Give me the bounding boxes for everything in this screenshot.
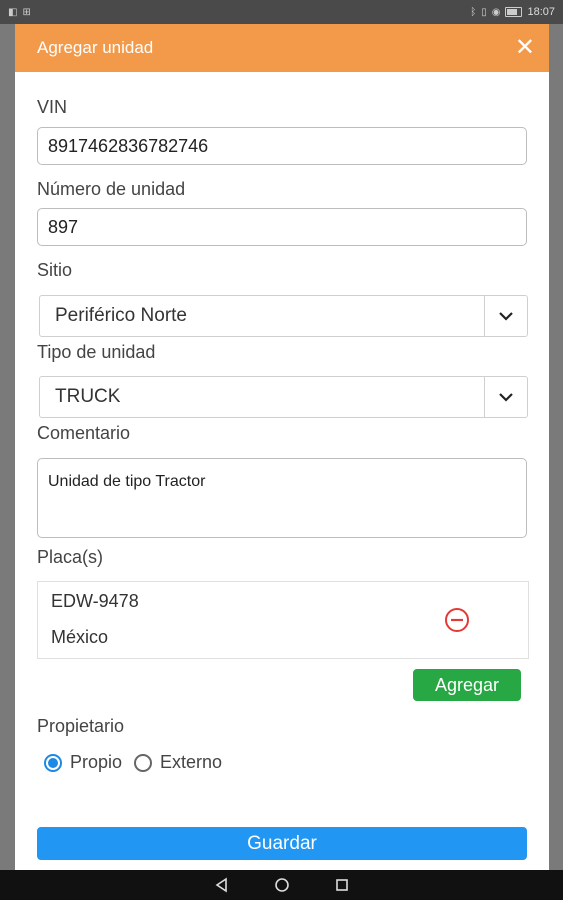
vibrate-icon: ▯ <box>481 6 487 18</box>
unit-number-input[interactable]: 897 <box>37 208 527 246</box>
unit-type-select[interactable]: TRUCK <box>39 376 528 418</box>
home-icon[interactable] <box>274 877 290 893</box>
battery-icon <box>505 7 523 17</box>
add-plate-button[interactable]: Agregar <box>413 669 521 701</box>
site-select[interactable]: Periférico Norte <box>39 295 528 337</box>
navigation-bar <box>0 870 563 900</box>
plate-list-item: EDW-9478 México <box>37 581 529 659</box>
vin-input[interactable]: 8917462836782746 <box>37 127 527 165</box>
bluetooth-icon: ᛒ <box>470 6 477 18</box>
comment-label: Comentario <box>37 423 131 443</box>
owner-radio-group: Propio Externo <box>44 752 222 773</box>
modal-title: Agregar unidad <box>37 38 154 57</box>
unit-number-label: Número de unidad <box>37 179 186 199</box>
plate-country: México <box>51 627 109 647</box>
radio-externo-label[interactable]: Externo <box>160 752 222 773</box>
radio-externo[interactable] <box>134 753 153 772</box>
save-button[interactable]: Guardar <box>37 827 527 860</box>
status-bar-right: ᛒ ▯ ◉ 18:07 <box>470 6 555 18</box>
recents-icon[interactable] <box>334 877 350 893</box>
plates-label: Placa(s) <box>37 547 104 567</box>
status-bar-left: ◧ ⊞ <box>8 7 31 18</box>
plate-number: EDW-9478 <box>51 591 139 611</box>
site-label: Sitio <box>37 260 73 280</box>
comment-textarea[interactable]: Unidad de tipo Tractor <box>37 458 527 538</box>
add-unit-modal: Agregar unidad ✕ VIN 8917462836782746 Nú… <box>15 24 549 870</box>
notification-icon: ⊞ <box>22 6 31 18</box>
unit-type-label: Tipo de unidad <box>37 342 156 362</box>
modal-header: Agregar unidad ✕ <box>15 24 549 72</box>
chevron-down-icon[interactable] <box>484 296 527 336</box>
owner-label: Propietario <box>37 716 125 736</box>
close-icon[interactable]: ✕ <box>515 36 535 60</box>
remove-circle-icon[interactable] <box>444 607 470 638</box>
back-icon[interactable] <box>214 877 230 893</box>
radio-propio[interactable] <box>44 753 62 772</box>
notification-icon: ◧ <box>8 6 18 18</box>
site-select-value: Periférico Norte <box>55 305 187 326</box>
radio-propio-label[interactable]: Propio <box>70 752 122 773</box>
clock: 18:07 <box>527 6 555 18</box>
unit-type-select-value: TRUCK <box>55 386 121 407</box>
wifi-icon: ◉ <box>491 6 501 18</box>
vin-label: VIN <box>37 97 68 117</box>
chevron-down-icon[interactable] <box>484 377 527 417</box>
status-bar: ◧ ⊞ ᛒ ▯ ◉ 18:07 <box>0 0 563 24</box>
